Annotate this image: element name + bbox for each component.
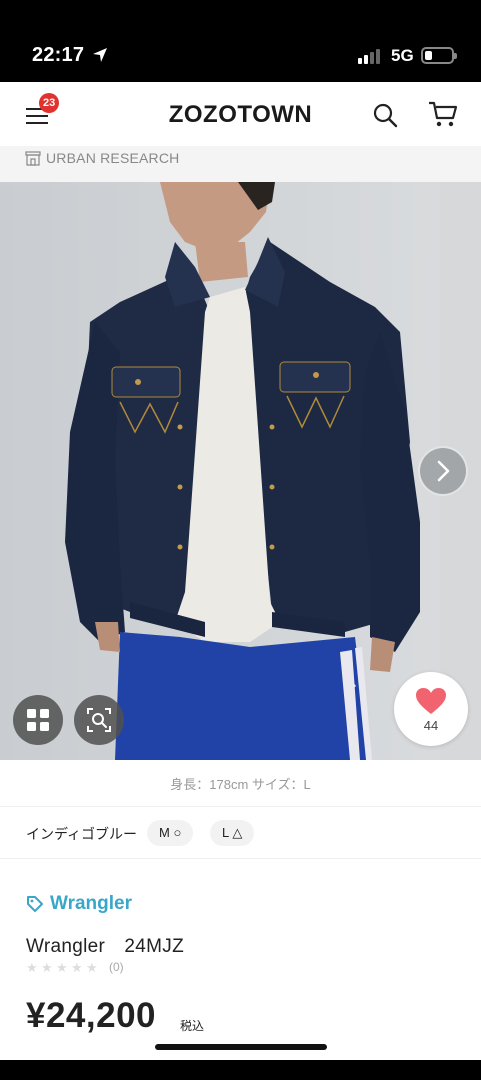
next-image-button[interactable] <box>418 446 468 496</box>
location-arrow-icon <box>93 48 107 62</box>
battery-icon <box>421 47 457 64</box>
store-icon <box>25 151 41 166</box>
star-icon: ★ <box>71 959 83 975</box>
product-name: Wrangler 24MJZ <box>26 936 184 957</box>
signal-icon <box>358 48 380 64</box>
product-details: 身長：178cm サイズ：L インディゴブルー M ○ L △ Wrangler… <box>0 760 481 1060</box>
product-photo <box>65 182 481 760</box>
app-header: 23 ZOZOTOWN <box>0 82 481 146</box>
search-icon[interactable] <box>372 102 398 128</box>
heart-icon <box>416 688 446 714</box>
shop-name: URBAN RESEARCH <box>46 150 180 166</box>
star-icon: ★ <box>26 959 38 975</box>
bottom-bar <box>0 1060 481 1080</box>
favorite-count: 44 <box>423 718 439 733</box>
zozotown-logo[interactable]: ZOZOTOWN <box>0 101 481 129</box>
tax-label: 税込 <box>180 1019 205 1033</box>
star-icon: ★ <box>86 959 98 975</box>
product-price: ¥24,200 <box>26 996 157 1035</box>
image-search-icon <box>87 708 111 732</box>
model-info: 身長：178cm サイズ：L <box>170 777 311 792</box>
brand-name: Wrangler <box>50 893 133 914</box>
status-bar: 22:17 5G <box>0 0 481 82</box>
shop-bar[interactable]: URBAN RESEARCH <box>0 146 481 182</box>
star-icon: ★ <box>56 959 68 975</box>
divider <box>0 806 481 807</box>
tag-icon <box>27 896 43 912</box>
favorite-button[interactable]: 44 <box>394 672 468 746</box>
cart-icon[interactable] <box>428 100 458 128</box>
product-image-gallery[interactable]: 44 <box>0 182 481 760</box>
brand-link[interactable]: Wrangler <box>26 893 132 915</box>
status-time: 22:17 <box>32 44 85 66</box>
rating[interactable]: ★ ★ ★ ★ ★ (0) <box>26 960 124 974</box>
grid-icon <box>27 709 49 731</box>
image-grid-button[interactable] <box>13 695 63 745</box>
divider <box>0 858 481 859</box>
chevron-right-icon <box>437 460 450 482</box>
image-search-button[interactable] <box>74 695 124 745</box>
home-indicator[interactable] <box>155 1044 327 1050</box>
review-count: (0) <box>109 960 124 974</box>
size-chip-l[interactable]: L △ <box>210 820 255 846</box>
color-label: インディゴブルー <box>26 826 138 842</box>
size-chip-m[interactable]: M ○ <box>147 820 194 846</box>
star-icon: ★ <box>41 959 53 975</box>
network-type: 5G <box>391 46 414 65</box>
